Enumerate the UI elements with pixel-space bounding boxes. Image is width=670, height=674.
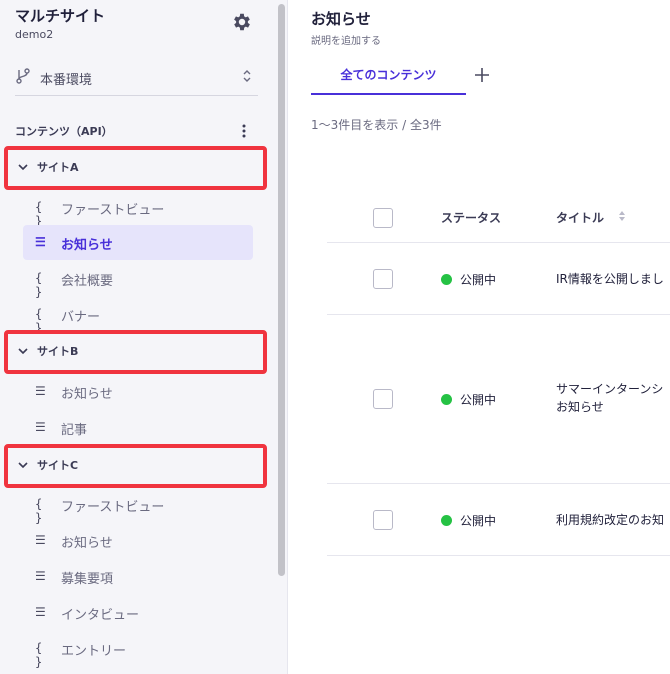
sidebar-scrollbar[interactable] xyxy=(276,0,288,674)
list-icon: ☰ xyxy=(35,569,46,583)
group-site-c[interactable]: サイトC xyxy=(4,444,267,488)
group-label: サイトB xyxy=(37,345,79,358)
sidebar-item-firstview-c[interactable]: { } ファーストビュー xyxy=(23,487,253,525)
section-title: コンテンツ（API） xyxy=(15,125,113,138)
column-header-status[interactable]: ステータス xyxy=(441,209,501,226)
table-header: ステータス タイトル xyxy=(327,190,670,243)
more-vertical-icon[interactable] xyxy=(238,123,250,139)
sidebar-item-firstview[interactable]: { } ファーストビュー xyxy=(23,190,253,228)
status-dot xyxy=(441,394,452,405)
branch-icon xyxy=(16,68,30,84)
object-icon: { } xyxy=(35,641,43,669)
object-icon: { } xyxy=(35,307,43,335)
title-text-line2: お知らせ xyxy=(556,400,604,414)
title-text: 利用規約改定のお知 xyxy=(556,513,665,527)
list-icon: ☰ xyxy=(35,420,46,434)
title-text: IR情報を公開しまし xyxy=(556,272,664,286)
main-content: お知らせ 説明を追加する 全てのコンテンツ 1〜3件目を表示 / 全3件 ステー… xyxy=(289,0,670,674)
gear-icon[interactable] xyxy=(231,11,253,33)
row-checkbox[interactable] xyxy=(373,510,393,530)
sidebar-item-label: ファーストビュー xyxy=(61,500,165,515)
sidebar-item-company[interactable]: { } 会社概要 xyxy=(23,261,253,299)
status-badge: 公開中 xyxy=(441,391,496,408)
sidebar-item-articles[interactable]: ☰ 記事 xyxy=(23,410,253,445)
object-icon: { } xyxy=(35,271,43,299)
sidebar-item-interview[interactable]: ☰ インタビュー xyxy=(23,595,253,630)
chevron-down-icon xyxy=(18,462,28,469)
list-icon: ☰ xyxy=(35,605,46,619)
sidebar-item-news-c[interactable]: ☰ お知らせ xyxy=(23,523,253,558)
group-label: サイトC xyxy=(37,459,79,472)
sidebar: マルチサイト demo2 本番環境 コンテンツ（API） サイトA {} ファ… xyxy=(0,0,276,674)
table-row[interactable]: 公開中 サマーインターンシ お知らせ xyxy=(327,315,670,484)
status-dot xyxy=(441,274,452,285)
sidebar-item-label: 記事 xyxy=(61,423,88,438)
sort-icon[interactable] xyxy=(618,210,626,222)
status-text: 公開中 xyxy=(460,273,497,287)
sidebar-item-entry[interactable]: { } エントリー xyxy=(23,631,253,669)
title-cell[interactable]: 利用規約改定のお知 xyxy=(556,511,670,529)
sidebar-item-label: お知らせ xyxy=(61,387,113,402)
column-header-title[interactable]: タイトル xyxy=(556,209,604,226)
status-text: 公開中 xyxy=(460,393,497,407)
table-row[interactable]: 公開中 IR情報を公開しまし xyxy=(327,243,670,315)
sidebar-item-label: バナー xyxy=(61,310,101,325)
object-icon: { } xyxy=(35,497,43,525)
workspace-name: マルチサイト xyxy=(15,7,106,25)
environment-label: 本番環境 xyxy=(40,73,93,88)
group-site-b[interactable]: サイトB xyxy=(4,330,267,374)
status-badge: 公開中 xyxy=(441,271,496,288)
sidebar-item-label: お知らせ xyxy=(61,238,113,253)
table-row[interactable]: 公開中 利用規約改定のお知 xyxy=(327,484,670,556)
app-window: マルチサイト demo2 本番環境 コンテンツ（API） サイトA {} ファ… xyxy=(0,0,670,674)
group-site-a[interactable]: サイトA xyxy=(4,146,267,190)
chevron-updown-icon xyxy=(243,70,251,82)
workspace-subtitle: demo2 xyxy=(15,28,54,41)
object-icon: { } xyxy=(35,200,43,228)
row-checkbox[interactable] xyxy=(373,269,393,289)
tab-all-contents[interactable]: 全てのコンテンツ xyxy=(311,60,466,95)
page-title: お知らせ xyxy=(311,10,371,28)
title-text: サマーインターンシ xyxy=(556,382,664,396)
status-dot xyxy=(441,515,452,526)
sidebar-item-banner[interactable]: { } バナー xyxy=(23,297,253,335)
scrollbar-thumb[interactable] xyxy=(278,4,285,576)
chevron-down-icon xyxy=(18,164,28,171)
sidebar-item-label: インタビュー xyxy=(61,608,140,623)
list-icon: ☰ xyxy=(35,533,46,547)
sidebar-item-label: エントリー xyxy=(61,644,127,659)
status-text: 公開中 xyxy=(460,514,497,528)
list-icon: ☰ xyxy=(35,384,46,398)
chevron-down-icon xyxy=(18,348,28,355)
row-checkbox[interactable] xyxy=(373,389,393,409)
sidebar-item-label: お知らせ xyxy=(61,536,113,551)
environment-selector[interactable]: 本番環境 xyxy=(15,62,258,96)
add-description-link[interactable]: 説明を追加する xyxy=(311,32,381,47)
select-all-checkbox[interactable] xyxy=(373,208,393,228)
title-cell[interactable]: IR情報を公開しまし xyxy=(556,270,670,288)
sidebar-item-label: 会社概要 xyxy=(61,274,114,289)
list-icon: ☰ xyxy=(35,235,46,249)
result-count: 1〜3件目を表示 / 全3件 xyxy=(311,118,442,132)
sidebar-item-label: ファーストビュー xyxy=(61,203,165,218)
tab-label: 全てのコンテンツ xyxy=(340,68,437,82)
status-badge: 公開中 xyxy=(441,512,496,529)
sidebar-item-recruit[interactable]: ☰ 募集要項 xyxy=(23,559,253,594)
sidebar-item-label: 募集要項 xyxy=(61,572,114,587)
group-label: サイトA xyxy=(37,161,79,174)
plus-icon[interactable] xyxy=(473,66,491,84)
sidebar-item-news[interactable]: ☰ お知らせ xyxy=(23,225,253,260)
sidebar-item-news-b[interactable]: ☰ お知らせ xyxy=(23,374,253,409)
title-cell[interactable]: サマーインターンシ お知らせ xyxy=(556,380,670,416)
